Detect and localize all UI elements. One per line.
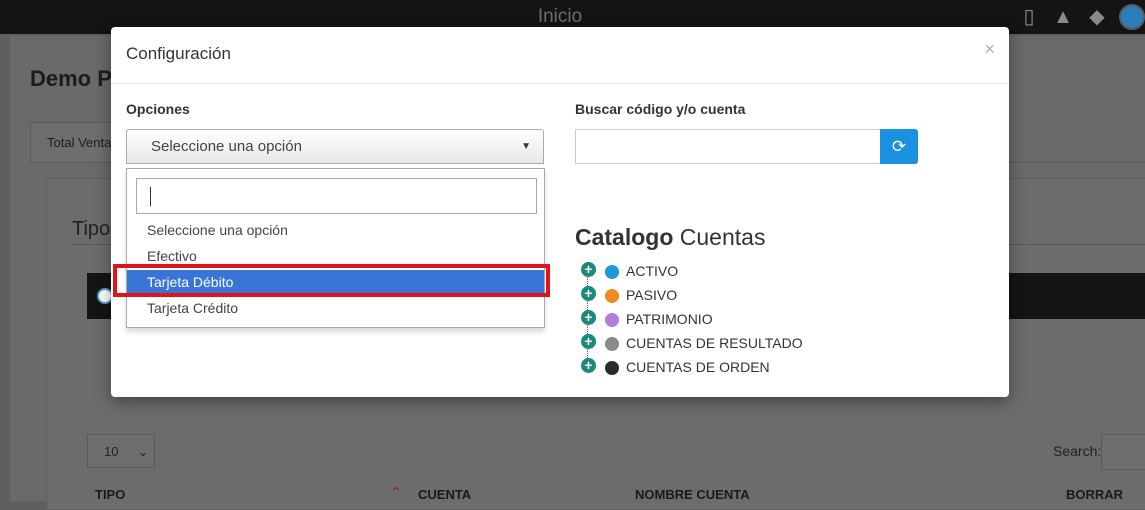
tree-item-label: CUENTAS DE ORDEN (626, 359, 770, 375)
tree-item-label: ACTIVO (626, 263, 679, 279)
catalog-title-bold: Catalogo (575, 224, 674, 250)
modal-header: Configuración × (111, 27, 1009, 84)
search-code-label: Buscar código y/o cuenta (575, 101, 746, 117)
dropdown-option[interactable]: Tarjeta Crédito (127, 296, 544, 321)
navbar-title: Inicio (537, 6, 583, 27)
search-code-input[interactable] (575, 129, 880, 164)
expand-plus-icon[interactable]: + (581, 358, 596, 373)
color-dot (605, 289, 619, 303)
caret-down-icon: ▼ (521, 141, 531, 152)
dropdown-search-input[interactable] (136, 178, 537, 214)
sort-up-icon[interactable]: ⌃ (390, 484, 402, 501)
globe-icon[interactable] (1119, 4, 1145, 30)
modal-title: Configuración (126, 44, 231, 63)
expand-plus-icon[interactable]: + (581, 310, 596, 325)
color-dot (605, 313, 619, 327)
column-header-borrar[interactable]: BORRAR (1066, 487, 1123, 502)
page-length-value: 10 (104, 444, 119, 459)
refresh-button[interactable]: ⟳ (880, 129, 918, 164)
tree-item-label: CUENTAS DE RESULTADO (626, 335, 803, 351)
color-dot (605, 265, 619, 279)
tree-item-pasivo[interactable]: + PASIVO (581, 284, 811, 304)
tree-item-patrimonio[interactable]: + PATRIMONIO (581, 308, 811, 328)
dropdown-option[interactable]: Seleccione una opción (127, 218, 544, 243)
options-label: Opciones (126, 101, 190, 117)
text-cursor (150, 187, 151, 206)
table-search-input[interactable] (1101, 434, 1145, 470)
tree-item-label: PATRIMONIO (626, 311, 713, 327)
mobile-icon[interactable]: ▯ (1017, 5, 1041, 29)
tree-item-activo[interactable]: + ACTIVO (581, 260, 811, 280)
color-dot (605, 361, 619, 375)
tree-item-cuentas-de-orden[interactable]: + CUENTAS DE ORDEN (581, 356, 811, 376)
options-select[interactable]: Seleccione una opción ▼ (126, 129, 544, 164)
refresh-icon: ⟳ (891, 137, 907, 156)
configuration-modal: Configuración × Opciones Seleccione una … (111, 27, 1009, 397)
chevron-down-icon: ⌄ (137, 445, 148, 459)
expand-plus-icon[interactable]: + (581, 334, 596, 349)
page-length-select[interactable]: 10 ⌄ (87, 434, 155, 468)
column-header-nombre-cuenta[interactable]: NOMBRE CUENTA (635, 487, 750, 502)
close-icon[interactable]: × (984, 39, 995, 60)
tree-item-cuentas-de-resultado[interactable]: + CUENTAS DE RESULTADO (581, 332, 811, 352)
annotation-outline (113, 264, 550, 297)
column-header-tipo[interactable]: TIPO (95, 487, 125, 502)
page-title: Demo P (30, 66, 112, 91)
section-heading: Tipo (72, 218, 111, 240)
expand-plus-icon[interactable]: + (581, 286, 596, 301)
table-search-label: Search: (1053, 443, 1102, 459)
options-dropdown: Seleccione una opción Efectivo Tarjeta D… (126, 168, 545, 328)
options-select-value: Seleccione una opción (151, 138, 302, 155)
catalog-title-rest: Cuentas (679, 224, 766, 250)
graduation-cap-icon[interactable]: ▲ (1051, 5, 1075, 29)
column-header-cuenta[interactable]: CUENTA (418, 487, 471, 502)
color-dot (605, 337, 619, 351)
expand-plus-icon[interactable]: + (581, 262, 596, 277)
tags-icon[interactable]: ◆ (1085, 5, 1109, 29)
tree-item-label: PASIVO (626, 287, 678, 303)
catalog-title: Catalogo Cuentas (575, 224, 765, 251)
